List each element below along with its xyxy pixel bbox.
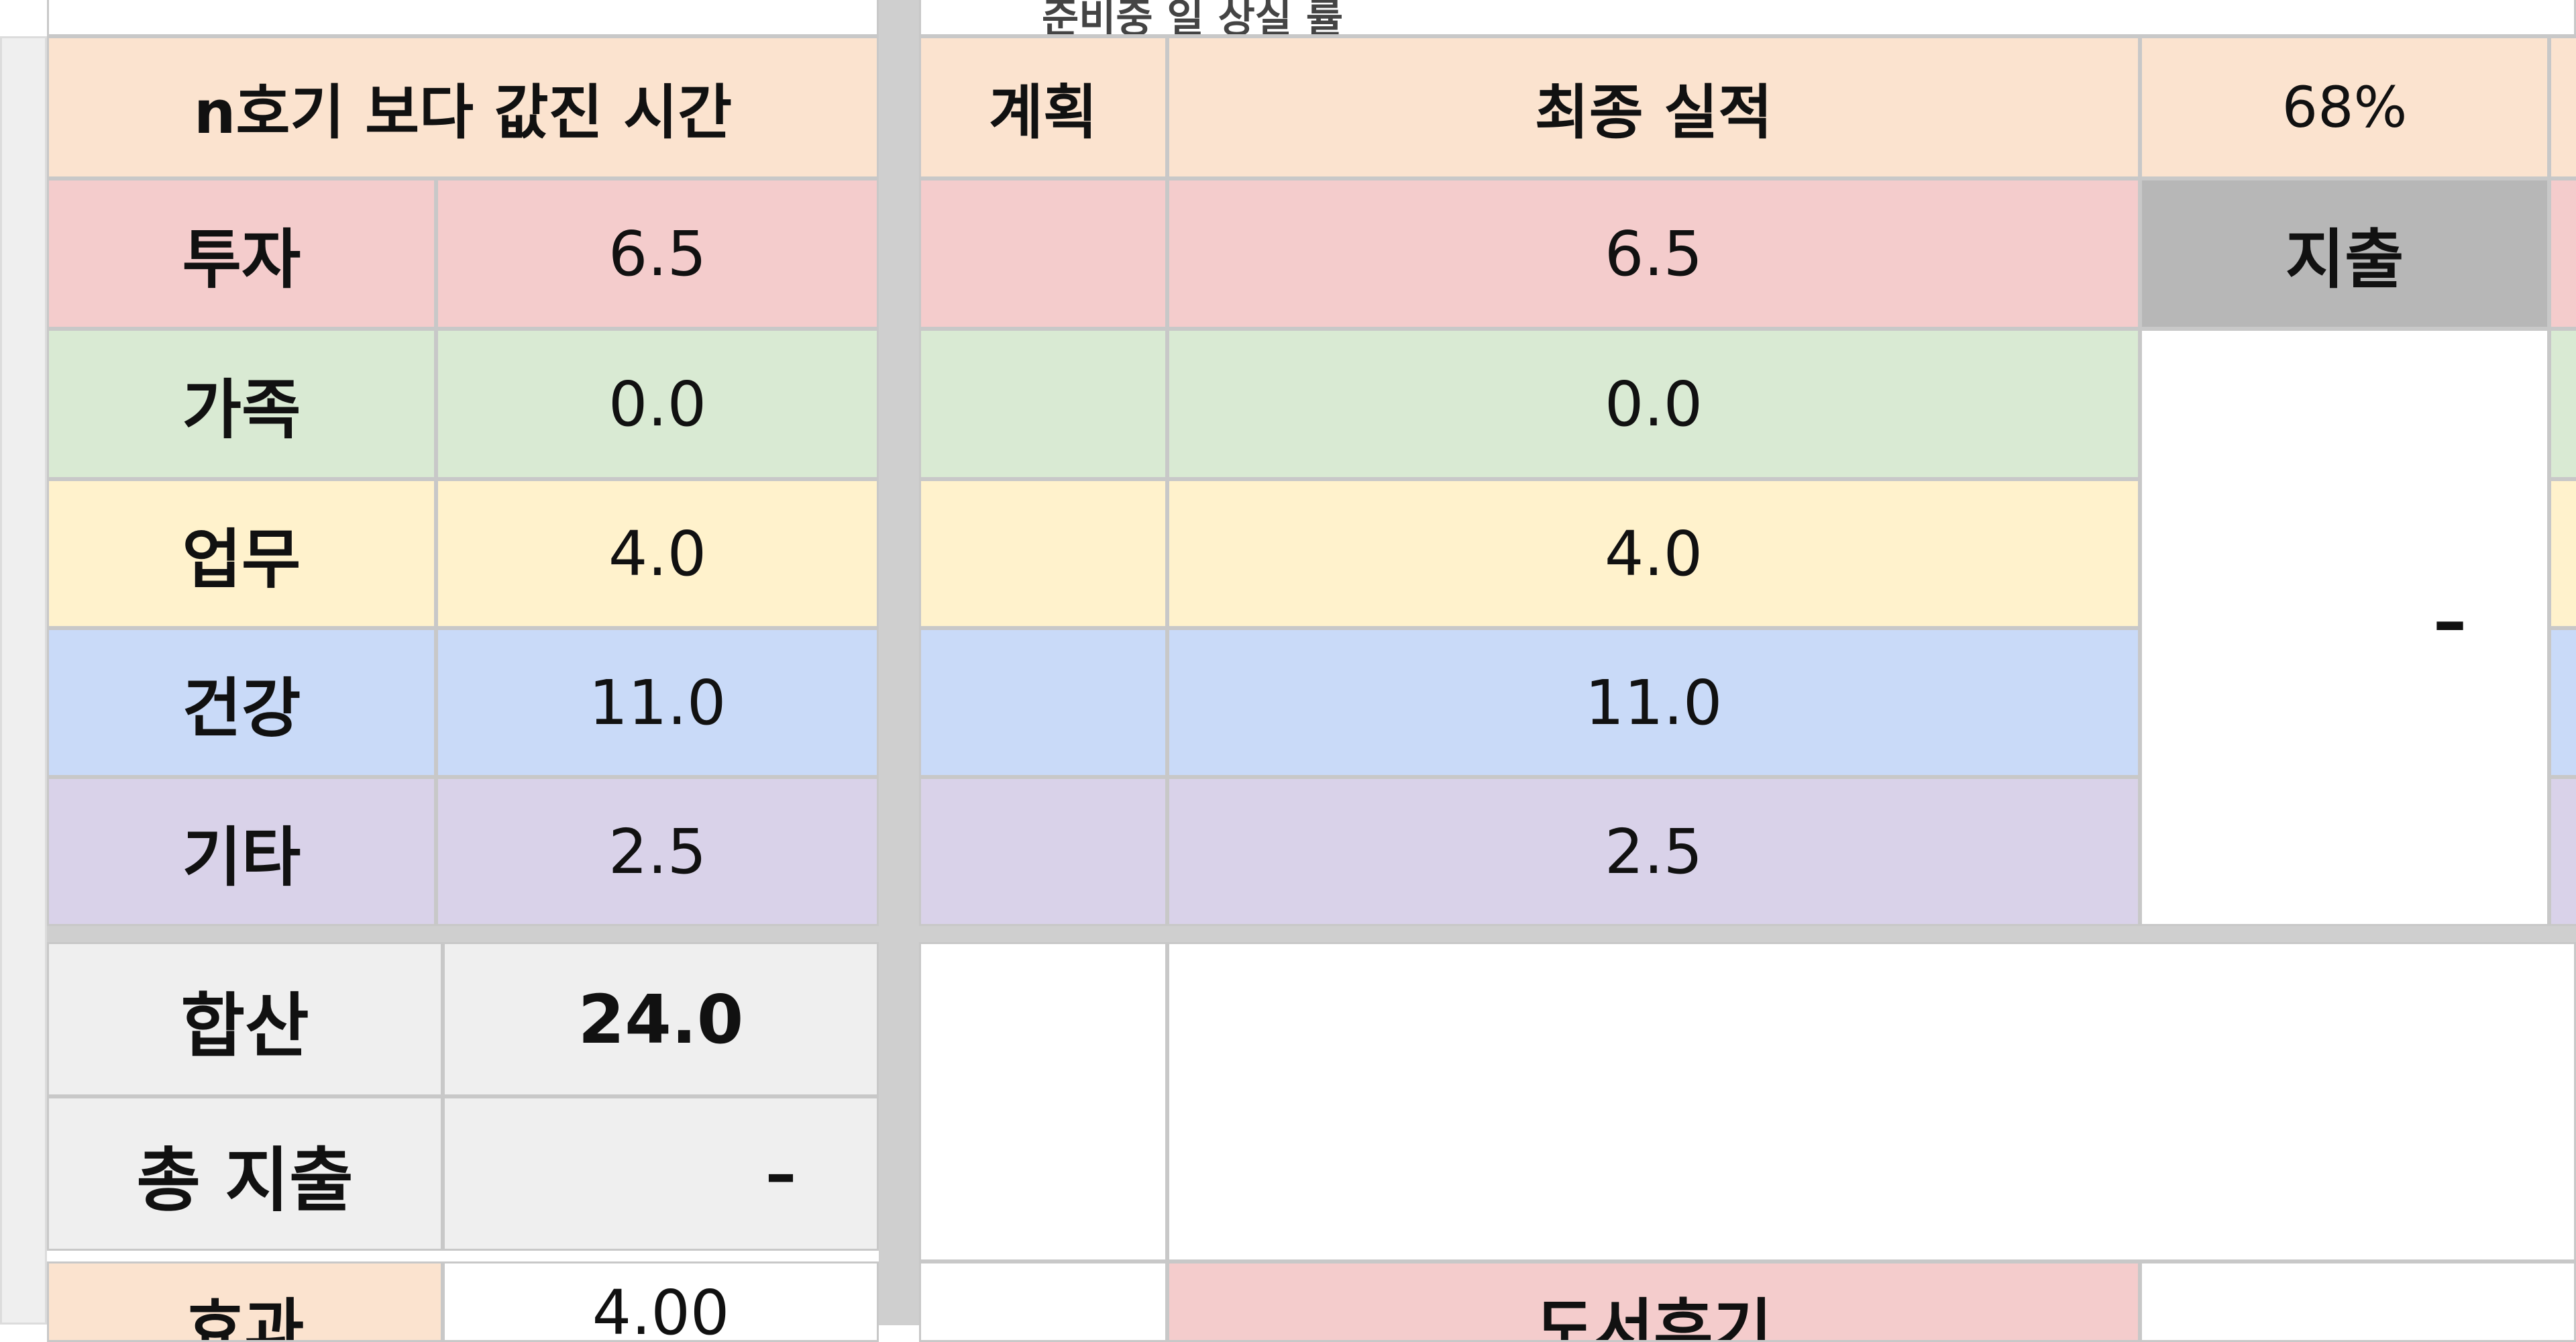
value-work[interactable]: 4.0: [436, 479, 879, 628]
value-family[interactable]: 0.0: [436, 329, 879, 479]
expense-label[interactable]: 총 지출: [47, 1096, 443, 1251]
table-separator: [879, 0, 919, 1325]
expense-amount[interactable]: –: [2140, 329, 2549, 926]
value-health[interactable]: 11.0: [436, 628, 879, 777]
next-value[interactable]: 4.00: [443, 1261, 879, 1342]
top-row-left[interactable]: [47, 0, 879, 36]
label-other[interactable]: 기타: [47, 777, 436, 926]
result-work[interactable]: 4.0: [1167, 479, 2140, 628]
section-separator: [47, 926, 2576, 942]
overflow-family[interactable]: [2549, 329, 2576, 479]
lower-plan-blank[interactable]: [919, 942, 1167, 1261]
result-other[interactable]: 2.5: [1167, 777, 2140, 926]
overflow-investment[interactable]: [2549, 178, 2576, 329]
label-health[interactable]: 건강: [47, 628, 436, 777]
total-label[interactable]: 합산: [47, 942, 443, 1096]
result-header[interactable]: 최종 실적: [1167, 36, 2140, 178]
total-value[interactable]: 24.0: [443, 942, 879, 1096]
label-investment[interactable]: 투자: [47, 178, 436, 329]
plan-other[interactable]: [919, 777, 1167, 926]
overflow-work[interactable]: [2549, 479, 2576, 628]
book-review-label[interactable]: 도서후기: [1167, 1261, 2140, 1342]
result-family[interactable]: 0.0: [1167, 329, 2140, 479]
expense-header[interactable]: 지출: [2140, 178, 2549, 329]
plan-family[interactable]: [919, 329, 1167, 479]
overflow-other[interactable]: [2549, 777, 2576, 926]
top-fragment: 준비중 일 상실 률: [919, 0, 2576, 36]
left-header[interactable]: n호기 보다 값진 시간: [47, 36, 879, 178]
value-other[interactable]: 2.5: [436, 777, 879, 926]
overflow-health[interactable]: [2549, 628, 2576, 777]
plan-work[interactable]: [919, 479, 1167, 628]
bottom-right-blank[interactable]: [2140, 1261, 2576, 1342]
bottom-plan-blank[interactable]: [919, 1261, 1167, 1342]
value-investment[interactable]: 6.5: [436, 178, 879, 329]
label-family[interactable]: 가족: [47, 329, 436, 479]
label-work[interactable]: 업무: [47, 479, 436, 628]
percent-cell[interactable]: 68%: [2140, 36, 2549, 178]
expense-value[interactable]: –: [443, 1096, 879, 1251]
next-label[interactable]: 효과: [47, 1261, 443, 1342]
result-investment[interactable]: 6.5: [1167, 178, 2140, 329]
plan-investment[interactable]: [919, 178, 1167, 329]
plan-header[interactable]: 계획: [919, 36, 1167, 178]
lower-merged-blank[interactable]: [1167, 942, 2576, 1261]
result-health[interactable]: 11.0: [1167, 628, 2140, 777]
header-overflow[interactable]: [2549, 36, 2576, 178]
plan-health[interactable]: [919, 628, 1167, 777]
row-header-strip: [0, 36, 47, 1325]
